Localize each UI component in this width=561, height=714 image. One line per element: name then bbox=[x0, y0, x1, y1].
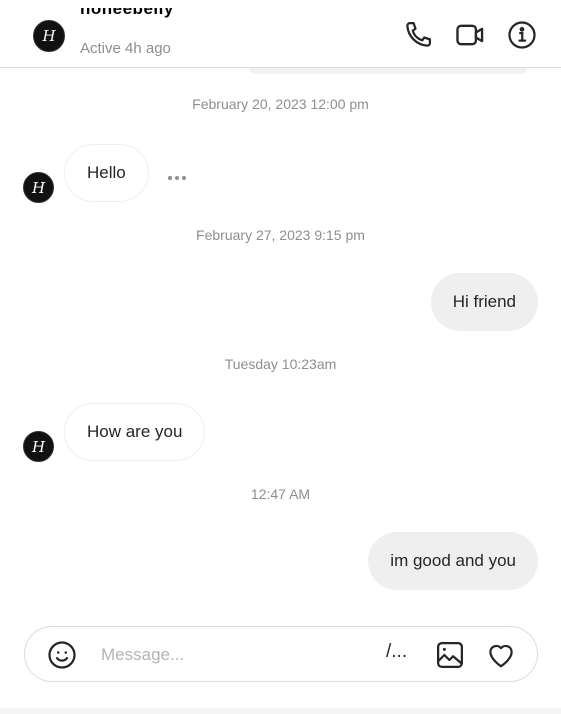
video-call-button[interactable] bbox=[455, 20, 485, 50]
contact-name-wrapper: honeebelly bbox=[80, 8, 205, 26]
message-more-options-icon[interactable] bbox=[168, 176, 186, 180]
message-composer: /... bbox=[24, 626, 538, 682]
phone-icon bbox=[406, 22, 431, 47]
outgoing-message[interactable]: im good and you bbox=[368, 532, 538, 590]
info-icon bbox=[508, 21, 536, 49]
sender-avatar[interactable]: H bbox=[23, 172, 54, 203]
phone-call-button[interactable] bbox=[403, 20, 433, 50]
active-status: Active 4h ago bbox=[80, 40, 171, 57]
contact-name[interactable]: honeebelly bbox=[80, 8, 174, 19]
emoji-picker-button[interactable] bbox=[47, 640, 77, 670]
chat-header: H honeebelly Active 4h ago bbox=[0, 0, 561, 68]
contact-avatar[interactable]: H bbox=[33, 20, 65, 52]
message-timestamp: 12:47 AM bbox=[250, 486, 311, 502]
sender-avatar[interactable]: H bbox=[23, 431, 54, 462]
image-gallery-icon bbox=[437, 642, 463, 668]
incoming-message[interactable]: How are you bbox=[64, 403, 206, 461]
incoming-message[interactable]: Hello bbox=[64, 144, 149, 202]
message-timestamp: February 27, 2023 9:15 pm bbox=[196, 227, 365, 243]
heart-icon bbox=[489, 644, 513, 668]
attach-image-button[interactable] bbox=[435, 640, 465, 670]
conversation-info-button[interactable] bbox=[507, 20, 537, 50]
outgoing-message[interactable]: Hi friend bbox=[430, 273, 538, 331]
message-timestamp: February 20, 2023 12:00 pm bbox=[192, 96, 369, 112]
commands-button[interactable]: /... bbox=[386, 641, 407, 663]
bottom-divider bbox=[0, 708, 561, 714]
video-call-icon bbox=[456, 24, 484, 46]
emoji-icon bbox=[48, 641, 76, 669]
message-timestamp: Tuesday 10:23am bbox=[224, 356, 337, 372]
message-input[interactable] bbox=[101, 641, 371, 669]
like-button[interactable] bbox=[486, 640, 516, 670]
